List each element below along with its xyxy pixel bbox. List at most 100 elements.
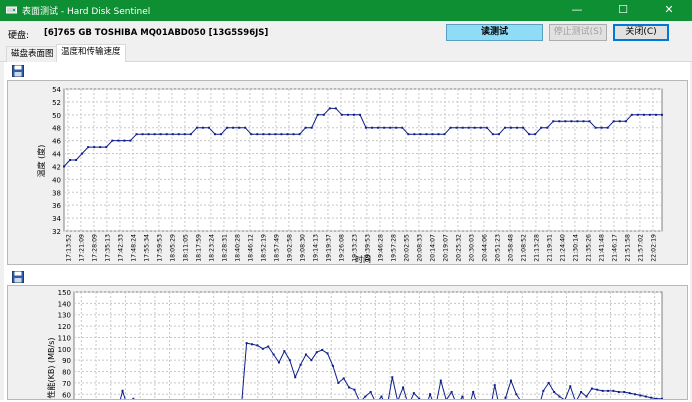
x-tick-label: 17:21:09 <box>78 234 85 262</box>
tab-disk-surface-map[interactable]: 磁盘表面图 <box>6 46 59 62</box>
data-point <box>431 133 433 135</box>
data-point <box>623 391 625 393</box>
data-point <box>650 397 652 399</box>
x-tick-label: 19:19:37 <box>325 234 332 262</box>
x-tick-label: 21:41:48 <box>598 234 605 262</box>
y-tick-label: 100 <box>58 346 71 354</box>
data-point <box>268 133 270 135</box>
data-point <box>214 133 216 135</box>
data-point <box>371 127 373 129</box>
data-point <box>343 377 345 379</box>
x-tick-label: 19:08:30 <box>299 234 306 262</box>
data-point <box>299 133 301 135</box>
data-point <box>637 114 639 116</box>
data-point <box>553 391 555 393</box>
data-point <box>305 127 307 129</box>
stop-test-button[interactable]: 停止测试(S) <box>549 24 607 41</box>
data-point <box>528 133 530 135</box>
data-point <box>595 127 597 129</box>
close-window-button[interactable]: ✕ <box>646 0 692 21</box>
data-point <box>383 127 385 129</box>
data-point <box>122 390 124 392</box>
data-point <box>117 140 119 142</box>
data-point <box>407 133 409 135</box>
test-status-badge: 读测试 <box>446 24 543 41</box>
y-tick-label: 130 <box>58 312 71 320</box>
minimize-button[interactable]: — <box>554 0 600 21</box>
x-tick-label: 21:19:31 <box>546 234 553 262</box>
data-point <box>515 393 517 395</box>
data-point <box>472 391 474 393</box>
data-point <box>661 114 663 116</box>
data-point <box>273 354 275 356</box>
data-point <box>645 396 647 398</box>
data-point <box>504 127 506 129</box>
data-point <box>335 107 337 109</box>
data-point <box>542 390 544 392</box>
x-tick-label: 20:44:06 <box>481 234 488 262</box>
data-point <box>329 107 331 109</box>
data-point <box>166 133 168 135</box>
data-point <box>310 359 312 361</box>
data-point <box>220 133 222 135</box>
disk-label: 硬盘: <box>8 28 29 41</box>
data-point <box>613 120 615 122</box>
close-button[interactable]: 关闭(C) <box>613 24 669 41</box>
y-tick-label: 54 <box>52 86 61 94</box>
data-point <box>494 384 496 386</box>
transfer-speed-chart: 405060708090100110120130140150 磁盘性能(KB) … <box>7 285 688 400</box>
x-tick-label: 18:11:05 <box>182 234 189 262</box>
data-point <box>135 133 137 135</box>
data-point <box>347 114 349 116</box>
data-point <box>413 392 415 394</box>
x-tick-label: 19:14:13 <box>312 234 319 262</box>
data-point <box>184 133 186 135</box>
data-point <box>323 114 325 116</box>
data-point <box>178 133 180 135</box>
temperature-chart: 323436384042444648505254 17:13:5217:21:0… <box>7 80 688 265</box>
data-point <box>337 382 339 384</box>
floppy-disk-save-icon[interactable] <box>12 65 24 77</box>
data-point <box>311 127 313 129</box>
data-point <box>510 127 512 129</box>
temperature-x-axis-label: 时间 <box>355 254 371 264</box>
data-point <box>498 133 500 135</box>
data-point <box>558 120 560 122</box>
data-point <box>262 348 264 350</box>
x-tick-label: 20:19:07 <box>442 234 449 262</box>
y-tick-label: 38 <box>52 189 61 197</box>
y-tick-label: 150 <box>58 289 71 297</box>
data-point <box>596 389 598 391</box>
disk-name: [6]765 GB TOSHIBA MQ01ABD050 [13G5S96JS] <box>44 28 268 38</box>
data-point <box>576 120 578 122</box>
x-tick-label: 22:02:19 <box>650 234 657 262</box>
floppy-disk-save-icon[interactable] <box>12 271 24 283</box>
x-tick-label: 17:55:34 <box>143 234 150 262</box>
data-point <box>250 133 252 135</box>
x-tick-label: 19:46:28 <box>377 234 384 262</box>
y-tick-label: 70 <box>62 380 71 388</box>
data-point <box>461 396 463 398</box>
data-point <box>639 394 641 396</box>
data-point <box>196 127 198 129</box>
data-point <box>99 146 101 148</box>
data-point <box>81 153 83 155</box>
x-tick-label: 19:26:08 <box>338 234 345 262</box>
data-point <box>612 390 614 392</box>
data-point <box>569 385 571 387</box>
data-point <box>589 120 591 122</box>
tab-temperature-transfer-speed[interactable]: 温度和传输速度 <box>56 44 126 63</box>
y-tick-label: 140 <box>58 300 71 308</box>
x-tick-label: 18:23:24 <box>208 234 215 262</box>
title-bar[interactable]: 表面测试 - Hard Disk Sentinel — ☐ ✕ <box>0 0 692 21</box>
x-tick-label: 19:02:58 <box>286 234 293 262</box>
data-point <box>105 146 107 148</box>
data-point <box>111 140 113 142</box>
x-tick-label: 20:14:07 <box>429 234 436 262</box>
maximize-button[interactable]: ☐ <box>600 0 646 21</box>
y-tick-label: 42 <box>52 163 61 171</box>
y-tick-label: 46 <box>52 138 61 146</box>
data-point <box>332 365 334 367</box>
data-point <box>267 346 269 348</box>
data-point <box>148 133 150 135</box>
